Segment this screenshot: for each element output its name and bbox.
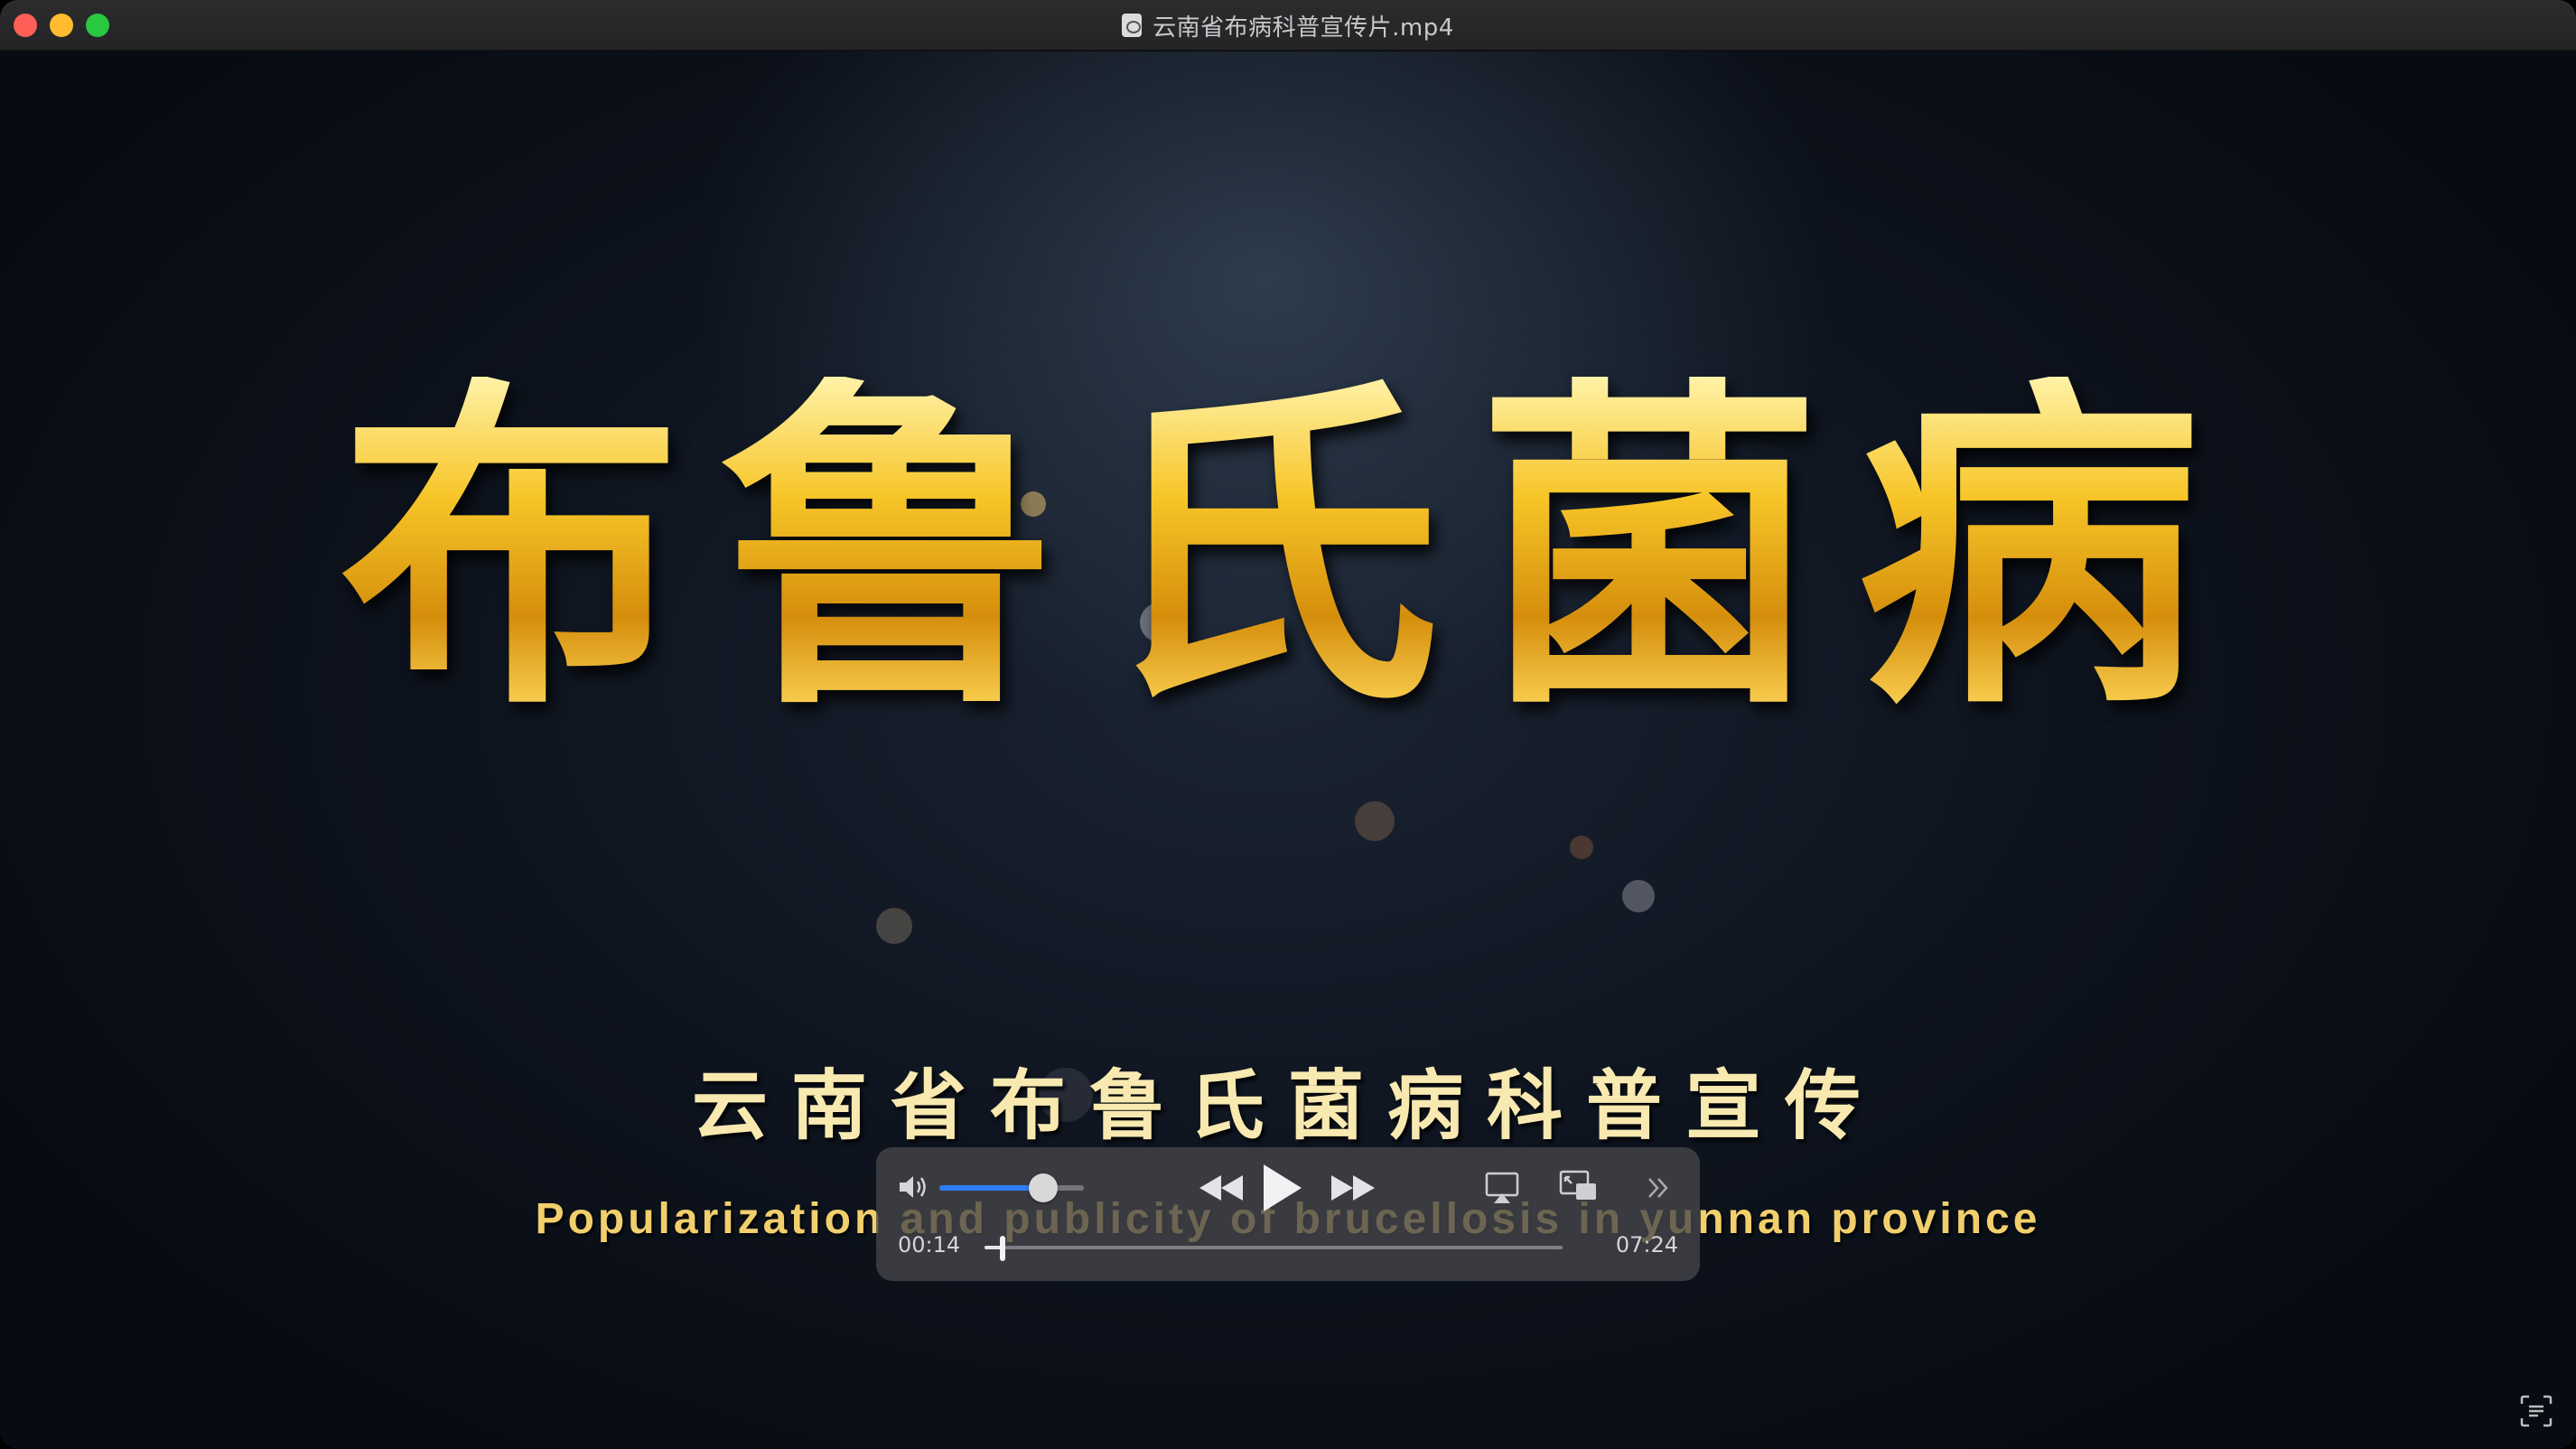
window-title: 云南省布病科普宣传片.mp4 xyxy=(1153,14,1454,42)
progress-playhead[interactable] xyxy=(1000,1236,1006,1261)
rewind-icon xyxy=(1199,1175,1243,1201)
duration-time: 07:24 xyxy=(1615,1232,1678,1257)
bokeh-particle xyxy=(1355,801,1395,841)
airplay-icon xyxy=(1485,1172,1519,1203)
video-main-title: 布鲁氏菌病 xyxy=(0,377,2576,720)
speaker-icon[interactable] xyxy=(896,1173,932,1201)
current-time: 00:14 xyxy=(898,1232,961,1257)
play-button[interactable] xyxy=(1254,1160,1310,1216)
more-options-button[interactable] xyxy=(1642,1169,1675,1207)
playback-controls: 00:14 07:24 xyxy=(876,1147,1700,1281)
play-icon xyxy=(1264,1164,1302,1211)
rewind-button[interactable] xyxy=(1194,1167,1248,1209)
volume-slider-knob[interactable] xyxy=(1029,1173,1059,1202)
airplay-button[interactable] xyxy=(1483,1169,1521,1207)
video-frame[interactable]: 布鲁氏菌病 云南省布鲁氏菌病科普宣传 Popularization and pu… xyxy=(0,51,2576,1449)
bokeh-particle xyxy=(1622,880,1655,912)
video-subtitle-chinese: 云南省布鲁氏菌病科普宣传 xyxy=(691,1061,1884,1150)
title-group: 云南省布病科普宣传片.mp4 xyxy=(0,0,2576,51)
video-file-icon xyxy=(1122,14,1143,37)
bokeh-particle xyxy=(1570,836,1593,859)
fast-forward-icon xyxy=(1331,1175,1375,1201)
picture-in-picture-button[interactable] xyxy=(1557,1167,1601,1207)
bokeh-particle xyxy=(876,908,912,944)
title-bar[interactable]: 云南省布病科普宣传片.mp4 xyxy=(0,0,2576,51)
chevron-double-right-icon xyxy=(1648,1178,1668,1198)
video-player-window: 云南省布病科普宣传片.mp4 布鲁氏菌病 云南省布鲁氏菌病科普宣传 Popula… xyxy=(0,0,2576,1449)
live-text-icon[interactable] xyxy=(2518,1393,2554,1429)
volume-level-fill xyxy=(939,1185,1044,1191)
picture-in-picture-icon xyxy=(1559,1170,1596,1200)
volume-slider[interactable] xyxy=(939,1185,1084,1191)
fast-forward-button[interactable] xyxy=(1326,1167,1380,1209)
progress-scrubber[interactable] xyxy=(985,1246,1563,1249)
